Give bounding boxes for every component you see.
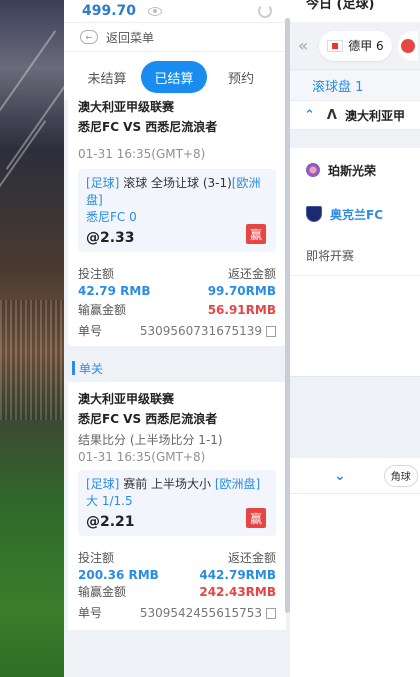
balance-amount: 499.70: [82, 3, 137, 19]
order-number: 5309560731675139: [139, 324, 262, 338]
market-text: 赛前 上半场大小: [123, 477, 212, 491]
balance-row: 499.70: [64, 0, 290, 22]
eye-icon[interactable]: [148, 6, 163, 16]
copy-icon[interactable]: [264, 326, 276, 340]
odds: @2.21: [86, 514, 135, 530]
odds: @2.33: [86, 230, 135, 246]
back-to-menu-button[interactable]: ← 返回菜单: [64, 22, 290, 52]
bet-detail: [足球] 滚球 全场让球 (3-1)[欧洲盘] 悉尼FC 0 @2.33 赢: [78, 169, 276, 252]
background-stadium: [0, 0, 64, 677]
a-league-logo-icon: Λ: [326, 107, 337, 123]
tab-unsettled[interactable]: 未结算: [74, 61, 140, 93]
back-label: 返回菜单: [106, 30, 155, 45]
win-badge: 赢: [246, 224, 266, 244]
inplay-section-label[interactable]: 滚球盘 1: [290, 70, 420, 100]
stake-label: 投注额: [78, 551, 115, 565]
selection: 大 1/1.5: [86, 494, 133, 508]
order-label: 单号: [78, 606, 103, 620]
chevron-up-icon[interactable]: ⌃: [304, 108, 315, 123]
winloss-label: 输赢金额: [78, 585, 127, 599]
return-value: 442.79RMB: [199, 568, 276, 582]
sport-tag: [足球]: [86, 176, 120, 190]
league-filter-row: ‹‹ 德甲 6: [290, 22, 420, 70]
match-list-panel: 今日 (足球) ‹‹ 德甲 6 滚球盘 1 ⌃ Λ 澳大利亚甲 珀斯光荣 奥克兰…: [290, 0, 420, 677]
team-name-home: 珀斯光荣: [328, 163, 377, 178]
starting-soon-label: 即将开赛: [290, 236, 420, 276]
copy-icon[interactable]: [264, 608, 276, 622]
league-chip-next[interactable]: [397, 30, 418, 61]
panel-header: 499.70 ← 返回菜单 未结算 已结算 预约: [64, 0, 290, 100]
league-chip-bundesliga[interactable]: 德甲 6: [319, 30, 392, 61]
match-time: 01-31 16:35(GMT+8): [78, 147, 206, 161]
double-chevron-left-icon[interactable]: ‹‹: [298, 36, 308, 55]
league-logo-icon: [400, 38, 415, 53]
corner-button[interactable]: 角球: [383, 464, 418, 487]
selection: 悉尼FC 0: [86, 210, 137, 224]
match-teams: 悉尼FC VS 西悉尼流浪者: [78, 412, 218, 426]
return-value: 99.70RMB: [207, 284, 276, 298]
team-name-away: 奥克兰FC: [330, 207, 384, 222]
order-label: 单号: [78, 324, 103, 338]
bet-card: 澳大利亚甲级联赛 悉尼FC VS 西悉尼流浪者 01-31 16:35(GMT+…: [68, 98, 286, 346]
bet-card: 澳大利亚甲级联赛 悉尼FC VS 西悉尼流浪者 结果比分 (上半场比分 1-1)…: [68, 382, 286, 630]
stake-value: 42.79 RMB: [78, 284, 151, 298]
right-top-title: 今日 (足球): [290, 0, 420, 22]
team-badge-icon: [306, 163, 320, 177]
market-tag: [欧洲盘]: [214, 477, 261, 491]
bundesliga-logo-icon: [327, 39, 344, 52]
stake-value: 200.36 RMB: [78, 568, 159, 582]
bet-detail: [足球] 赛前 上半场大小 [欧洲盘] 大 1/1.5 @2.21 赢: [78, 470, 276, 536]
team-badge-icon: [306, 206, 322, 222]
section-single-label: 单关: [79, 361, 104, 376]
market-text: 滚球 全场让球 (3-1): [123, 176, 232, 190]
order-number: 5309542455615753: [139, 606, 262, 620]
return-label: 返还金额: [227, 551, 276, 565]
team-row-home[interactable]: 珀斯光荣: [290, 148, 420, 192]
match-time: 01-31 16:35(GMT+8): [78, 450, 206, 464]
win-badge: 赢: [246, 508, 266, 528]
team-row-away[interactable]: 奥克兰FC: [290, 192, 420, 236]
tab-settled[interactable]: 已结算: [141, 61, 207, 93]
stake-label: 投注额: [78, 267, 115, 281]
league-header[interactable]: ⌃ Λ 澳大利亚甲: [290, 100, 420, 130]
chevron-down-icon[interactable]: ⌄: [334, 468, 346, 484]
match-teams: 悉尼FC VS 西悉尼流浪者: [78, 120, 218, 134]
winloss-value: 242.43RMB: [199, 585, 276, 599]
league-name: 澳大利亚甲级联赛: [78, 100, 175, 114]
tab-reserved[interactable]: 预约: [208, 61, 274, 93]
winloss-label: 输赢金额: [78, 303, 127, 317]
bet-history-panel: 499.70 ← 返回菜单 未结算 已结算 预约 澳大利亚甲级联赛 悉尼FC V…: [64, 0, 290, 677]
refresh-icon[interactable]: [258, 4, 272, 18]
return-label: 返还金额: [227, 267, 276, 281]
match-result: 结果比分 (上半场比分 1-1): [78, 433, 223, 447]
sport-tag: [足球]: [86, 477, 120, 491]
status-tabs: 未结算 已结算 预约: [68, 57, 286, 97]
league-chip-label: 德甲 6: [348, 39, 384, 53]
league-header-name: 澳大利亚甲: [344, 108, 405, 123]
back-arrow-icon: ←: [80, 30, 98, 44]
section-single: 单关: [64, 354, 290, 382]
winloss-value: 56.91RMB: [207, 303, 276, 317]
league-name: 澳大利亚甲级联赛: [78, 392, 175, 406]
match-footer-row: ⌄ 角球: [290, 458, 420, 494]
